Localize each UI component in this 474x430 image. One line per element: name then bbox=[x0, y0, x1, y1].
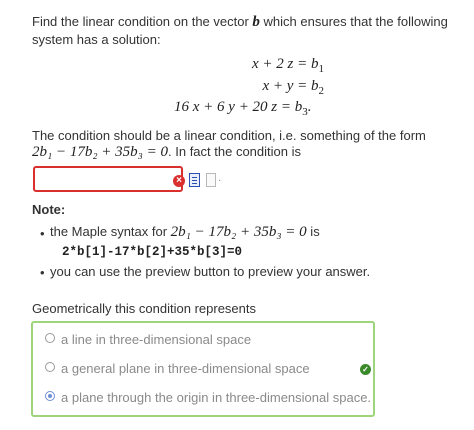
question-intro-line1: Find the linear condition on the vector … bbox=[32, 13, 448, 31]
choice-general-plane[interactable]: a general plane in three-dimensional spa… bbox=[45, 361, 310, 376]
note-bullet-1-prefix: the Maple syntax for bbox=[50, 224, 171, 239]
equation-row-3: 16 x + 6 y + 20 z = b3. bbox=[174, 99, 312, 118]
condition-answer-input[interactable] bbox=[33, 166, 183, 192]
condition-description: The condition should be a linear conditi… bbox=[32, 128, 426, 143]
geometry-choices-box: a line in three-dimensional space a gene… bbox=[31, 321, 375, 417]
equation-2-lhs: x + y = bbox=[262, 78, 311, 94]
choice-general-plane-label: a general plane in three-dimensional spa… bbox=[61, 361, 310, 376]
choice-plane-origin-label: a plane through the origin in three-dime… bbox=[61, 390, 372, 405]
note-bullet-1: the Maple syntax for 2b₁ − 17b₂ + 35b₃ =… bbox=[50, 224, 320, 241]
maple-syntax-code: 2*b[1]-17*b[2]+35*b[3]=0 bbox=[62, 245, 243, 259]
equation-1-rhs: b bbox=[311, 56, 319, 72]
equation-1-sub: 1 bbox=[318, 63, 325, 75]
error-icon: × bbox=[173, 175, 185, 187]
equation-3-lhs: 16 x + 6 y + 20 z = bbox=[174, 99, 295, 115]
intro-text-a: Find the linear condition on the vector bbox=[32, 14, 253, 29]
note-bullet-1-math: 2b₁ − 17b₂ + 35b₃ = 0 bbox=[170, 224, 307, 240]
note-bullet-1-suffix: is bbox=[306, 224, 320, 239]
intro-text-b: which ensures that the following bbox=[259, 14, 448, 29]
equation-2-sub: 2 bbox=[318, 85, 325, 97]
question-intro-line2: system has a solution: bbox=[32, 32, 161, 47]
equation-row-1: x + 2 z = b1 bbox=[252, 56, 324, 75]
radio-plane-origin[interactable] bbox=[45, 391, 55, 401]
choice-line-label: a line in three-dimensional space bbox=[61, 332, 252, 347]
radio-general-plane[interactable] bbox=[45, 362, 55, 372]
checkmark-icon: ✓ bbox=[360, 364, 371, 375]
note-bullet-2-dot: • bbox=[40, 265, 45, 280]
document-icon[interactable] bbox=[206, 172, 221, 187]
equation-row-2: x + y = b2 bbox=[262, 78, 324, 97]
preview-icon[interactable] bbox=[189, 173, 200, 187]
radio-line[interactable] bbox=[45, 333, 55, 343]
condition-form-math: 2b₁ − 17b₂ + 35b₃ = 0 bbox=[32, 144, 169, 160]
equation-2-rhs: b bbox=[311, 78, 319, 94]
vector-b-symbol: b bbox=[252, 14, 260, 30]
note-bullet-1-dot: • bbox=[40, 226, 45, 241]
equation-1-lhs: x + 2 z = bbox=[252, 56, 311, 72]
choice-line[interactable]: a line in three-dimensional space bbox=[45, 332, 251, 347]
equation-3-end: . bbox=[307, 99, 312, 115]
note-title: Note: bbox=[32, 202, 66, 217]
condition-form-line: 2b₁ − 17b₂ + 35b₃ = 0. In fact the condi… bbox=[32, 144, 301, 161]
choice-plane-origin[interactable]: a plane through the origin in three-dime… bbox=[45, 390, 371, 405]
note-bullet-2: you can use the preview button to previe… bbox=[50, 264, 371, 279]
condition-form-tail: . In fact the condition is bbox=[168, 144, 301, 159]
geometry-prompt: Geometrically this condition represents bbox=[32, 301, 256, 316]
